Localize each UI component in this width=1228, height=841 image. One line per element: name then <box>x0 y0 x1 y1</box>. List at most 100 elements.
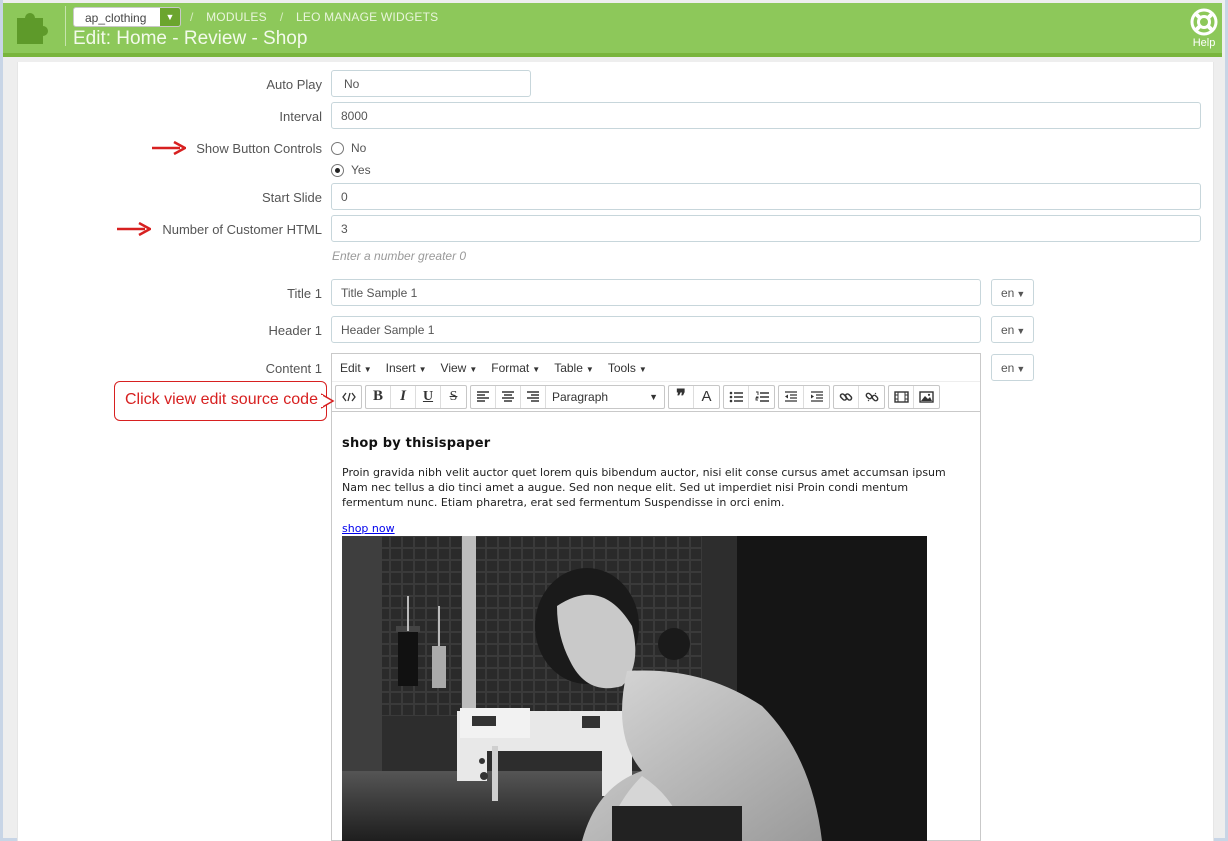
header-underline <box>3 53 1222 57</box>
breadcrumb-modules[interactable]: MODULES <box>206 10 267 24</box>
numbered-list-icon <box>755 391 769 402</box>
indent-icon <box>810 390 823 402</box>
breadcrumb: / MODULES / LEO MANAGE WIDGETS <box>190 10 439 24</box>
auto-play-label: Auto Play <box>266 77 322 92</box>
content-paragraph: Proin gravida nibh velit auctor quet lor… <box>342 466 946 509</box>
sewing-photo-image <box>342 536 927 841</box>
title-1-input[interactable]: Title Sample 1 <box>331 279 981 306</box>
align-center-button[interactable] <box>496 385 521 408</box>
menu-format[interactable]: Format ▼ <box>491 361 540 375</box>
radio-option-no[interactable]: No <box>331 141 366 155</box>
text-color-button[interactable]: A <box>694 386 719 408</box>
title-1-lang-value: en <box>1001 286 1015 300</box>
editor-content[interactable]: shop by thisispaper Proin gravida nibh v… <box>342 436 972 537</box>
content-1-lang-value: en <box>1001 361 1015 375</box>
shop-select[interactable]: ap_clothing ▼ <box>73 7 181 27</box>
number-of-customer-html-input[interactable]: 3 <box>331 215 1201 242</box>
page-title: Edit: Home - Review - Shop <box>73 28 308 49</box>
caret-down-icon: ▼ <box>532 364 541 374</box>
shop-now-link[interactable]: shop now <box>342 522 395 535</box>
lifebuoy-icon <box>1190 8 1218 36</box>
underline-button[interactable]: U <box>416 385 441 408</box>
content-1-lang-button[interactable]: en ▼ <box>991 354 1034 381</box>
header-1-input[interactable]: Header Sample 1 <box>331 316 981 343</box>
bullet-list-icon <box>729 391 743 402</box>
breadcrumb-leo-manage-widgets[interactable]: LEO MANAGE WIDGETS <box>296 10 438 24</box>
align-right-button[interactable] <box>521 385 546 408</box>
caret-down-icon: ▼ <box>1016 364 1026 374</box>
menu-edit[interactable]: Edit ▼ <box>340 361 372 375</box>
number-of-customer-html-label: Number of Customer HTML <box>162 222 322 237</box>
number-hint: Enter a number greater 0 <box>332 249 467 263</box>
content-1-label: Content 1 <box>265 361 322 376</box>
radio-option-yes[interactable]: Yes <box>331 163 371 177</box>
insert-video-button[interactable] <box>889 385 914 408</box>
start-slide-input[interactable]: 0 <box>331 183 1201 210</box>
header-1-lang-button[interactable]: en ▼ <box>991 316 1034 343</box>
italic-button[interactable]: I <box>391 385 416 408</box>
radio-no-label: No <box>351 141 367 155</box>
align-left-icon <box>477 390 489 402</box>
shop-select-value: ap_clothing <box>85 11 147 25</box>
radio-no[interactable] <box>331 141 344 155</box>
numbered-list-button[interactable] <box>749 386 774 408</box>
quote-icon: ❞ <box>676 386 686 406</box>
format-select[interactable]: Paragraph ▼ <box>546 386 664 408</box>
radio-yes-label: Yes <box>351 163 371 177</box>
header-1-lang-value: en <box>1001 323 1015 337</box>
outdent-icon <box>785 390 797 402</box>
bullet-list-button[interactable] <box>724 385 749 408</box>
auto-play-select[interactable]: No <box>331 70 531 97</box>
strikethrough-button[interactable]: S <box>441 386 466 408</box>
caret-down-icon: ▼ <box>418 364 427 374</box>
interval-input[interactable]: 8000 <box>331 102 1201 129</box>
title-1-lang-button[interactable]: en ▼ <box>991 279 1034 306</box>
caret-down-icon: ▼ <box>363 364 372 374</box>
editor-menubar: Edit ▼ Insert ▼ View ▼ Format ▼ Table ▼ Tools… <box>332 354 980 382</box>
text-color-icon: A <box>701 388 712 405</box>
menu-view[interactable]: View ▼ <box>441 361 478 375</box>
caret-down-icon: ▼ <box>638 364 647 374</box>
code-icon <box>341 392 356 401</box>
source-code-button[interactable] <box>336 386 361 408</box>
blockquote-button[interactable]: ❞ <box>669 385 694 408</box>
interval-label: Interval <box>279 109 322 124</box>
menu-insert[interactable]: Insert ▼ <box>386 361 427 375</box>
caret-down-icon: ▼ <box>1016 326 1026 336</box>
start-slide-label: Start Slide <box>262 190 322 205</box>
insert-link-button[interactable] <box>834 385 859 408</box>
insert-image-button[interactable] <box>914 386 939 408</box>
unlink-icon <box>865 392 878 401</box>
indent-button[interactable] <box>804 386 829 408</box>
puzzle-logo-icon[interactable] <box>12 6 58 46</box>
caret-down-icon: ▼ <box>1016 289 1026 299</box>
editor-toolbar: B I U S Paragraph ▼ ❞ A <box>332 382 980 412</box>
align-center-icon <box>502 390 514 402</box>
bold-button[interactable]: B <box>366 385 391 408</box>
content-heading: shop by thisispaper <box>342 436 491 451</box>
help-button[interactable]: Help <box>1188 8 1220 49</box>
annotation-callout: Click view edit source code <box>114 381 327 421</box>
format-select-value: Paragraph <box>552 389 609 404</box>
title-1-label: Title 1 <box>287 286 322 301</box>
menu-table[interactable]: Table ▼ <box>554 361 594 375</box>
align-right-icon <box>527 390 539 402</box>
content-image[interactable] <box>342 536 927 841</box>
logo-divider <box>65 6 66 46</box>
unlink-button[interactable] <box>859 386 884 408</box>
image-icon <box>919 390 934 403</box>
menu-tools[interactable]: Tools ▼ <box>608 361 647 375</box>
callout-pointer-icon <box>321 393 335 409</box>
outdent-button[interactable] <box>779 385 804 408</box>
caret-down-icon: ▼ <box>469 364 478 374</box>
film-icon <box>893 390 909 403</box>
show-button-controls-label: Show Button Controls <box>196 141 322 156</box>
radio-yes[interactable] <box>331 163 344 177</box>
help-label: Help <box>1192 37 1216 49</box>
caret-down-icon: ▼ <box>649 391 658 402</box>
caret-down-icon: ▼ <box>585 364 594 374</box>
header-1-label: Header 1 <box>268 323 322 338</box>
link-icon <box>839 392 853 401</box>
align-left-button[interactable] <box>471 385 496 408</box>
chevron-down-icon: ▼ <box>160 8 180 26</box>
